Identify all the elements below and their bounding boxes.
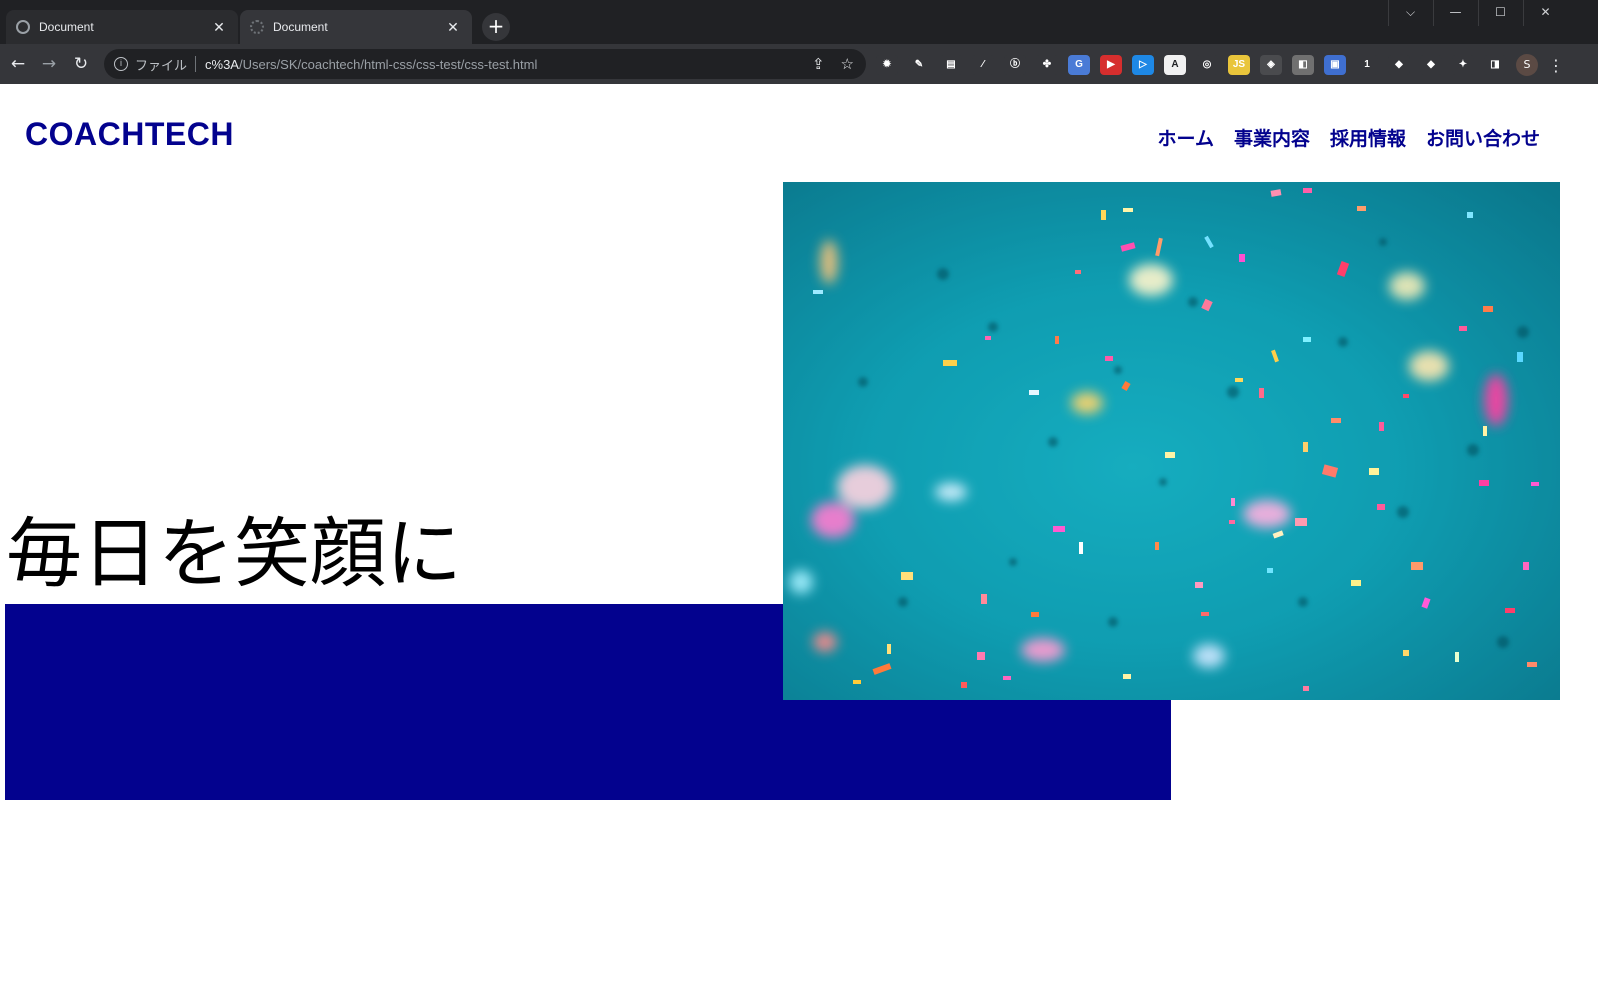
url-path: /Users/SK/coachtech/html-css/css-test/cs… xyxy=(238,56,538,72)
sidepanel-ext-icon[interactable]: ◨ xyxy=(1484,55,1506,75)
puzzle-ext-icon[interactable]: ✦ xyxy=(1452,55,1474,75)
portrait-ext-icon[interactable]: ◧ xyxy=(1292,55,1314,75)
hero-confetti-image xyxy=(783,182,1560,700)
pen-ext-icon[interactable]: ⁄ xyxy=(972,55,994,75)
close-tab-icon[interactable]: ✕ xyxy=(210,18,228,36)
reload-button[interactable]: ↻ xyxy=(69,52,93,76)
global-nav: ホーム 事業内容 採用情報 お問い合わせ xyxy=(1158,124,1540,151)
close-window-button[interactable]: ✕ xyxy=(1523,0,1567,26)
tab-title: Document xyxy=(39,20,94,34)
shield-ext-icon[interactable]: ◈ xyxy=(1260,55,1282,75)
scheme-label: ファイル xyxy=(135,57,188,73)
diamond-ext-icon[interactable]: ◆ xyxy=(1420,55,1442,75)
bookmark-star-icon[interactable]: ☆ xyxy=(841,55,854,73)
profile-avatar[interactable]: S xyxy=(1516,54,1538,76)
number-ext-icon[interactable]: 1 xyxy=(1356,55,1378,75)
nav-link-business[interactable]: 事業内容 xyxy=(1234,124,1310,151)
menu-icon[interactable]: ⋮ xyxy=(1548,56,1564,75)
address-bar[interactable]: i ファイル c%3A /Users/SK/coachtech/html-css… xyxy=(104,49,866,79)
a-logo-ext-icon[interactable]: A xyxy=(1164,55,1186,75)
site-logo[interactable]: COACHTECH xyxy=(25,116,234,153)
share-icon[interactable]: ⇪ xyxy=(812,55,825,73)
cube-ext-icon[interactable]: ◆ xyxy=(1388,55,1410,75)
youtube-ext-icon[interactable]: ▶ xyxy=(1100,55,1122,75)
tab-strip: Document ✕ Document ✕ + ⌵ — ☐ ✕ xyxy=(0,0,1598,44)
circle-b-ext-icon[interactable]: ⓑ xyxy=(1004,55,1026,75)
new-tab-button[interactable]: + xyxy=(482,13,510,41)
puzzle-green-ext-icon[interactable]: ✤ xyxy=(1036,55,1058,75)
close-tab-icon[interactable]: ✕ xyxy=(444,18,462,36)
back-button[interactable]: ← xyxy=(6,52,30,76)
forward-button[interactable]: → xyxy=(37,52,61,76)
window-ext-icon[interactable]: ▣ xyxy=(1324,55,1346,75)
note-ext-icon[interactable]: ✎ xyxy=(908,55,930,75)
hero-headline: 毎日を笑顔に xyxy=(6,509,462,598)
nav-link-recruit[interactable]: 採用情報 xyxy=(1330,124,1406,151)
tab-document-1[interactable]: Document ✕ xyxy=(6,10,238,44)
ring-ext-icon[interactable]: ◎ xyxy=(1196,55,1218,75)
globe-icon xyxy=(16,20,30,34)
extensions-bar: ✹ ✎ ▤ ⁄ ⓑ ✤ G ▶ ▷ A ◎ JS ◈ ◧ ▣ 1 ◆ ◆ ✦ ◨ S ⋮ xyxy=(876,54,1564,76)
play-blue-ext-icon[interactable]: ▷ xyxy=(1132,55,1154,75)
url-host: c%3A xyxy=(205,56,239,72)
nav-link-home[interactable]: ホーム xyxy=(1158,124,1214,151)
minimize-button[interactable]: — xyxy=(1433,0,1477,26)
page-viewport: COACHTECH ホーム 事業内容 採用情報 お問い合わせ 毎日を笑顔に xyxy=(0,84,1598,1008)
confetti-illustration xyxy=(783,182,1560,700)
tab-search-button[interactable]: ⌵ xyxy=(1388,0,1432,26)
js-ext-icon[interactable]: JS xyxy=(1228,55,1250,75)
divider xyxy=(195,56,197,72)
gear-ext-icon[interactable]: ✹ xyxy=(876,55,898,75)
maximize-button[interactable]: ☐ xyxy=(1478,0,1522,26)
info-icon[interactable]: i xyxy=(114,57,128,71)
loading-icon xyxy=(250,20,264,34)
nav-link-contact[interactable]: お問い合わせ xyxy=(1426,124,1540,151)
table-ext-icon[interactable]: ▤ xyxy=(940,55,962,75)
tab-title: Document xyxy=(273,20,328,34)
tab-document-2[interactable]: Document ✕ xyxy=(240,10,472,44)
translate-ext-icon[interactable]: G xyxy=(1068,55,1090,75)
browser-toolbar: ← → ↻ i ファイル c%3A /Users/SK/coachtech/ht… xyxy=(0,44,1598,84)
